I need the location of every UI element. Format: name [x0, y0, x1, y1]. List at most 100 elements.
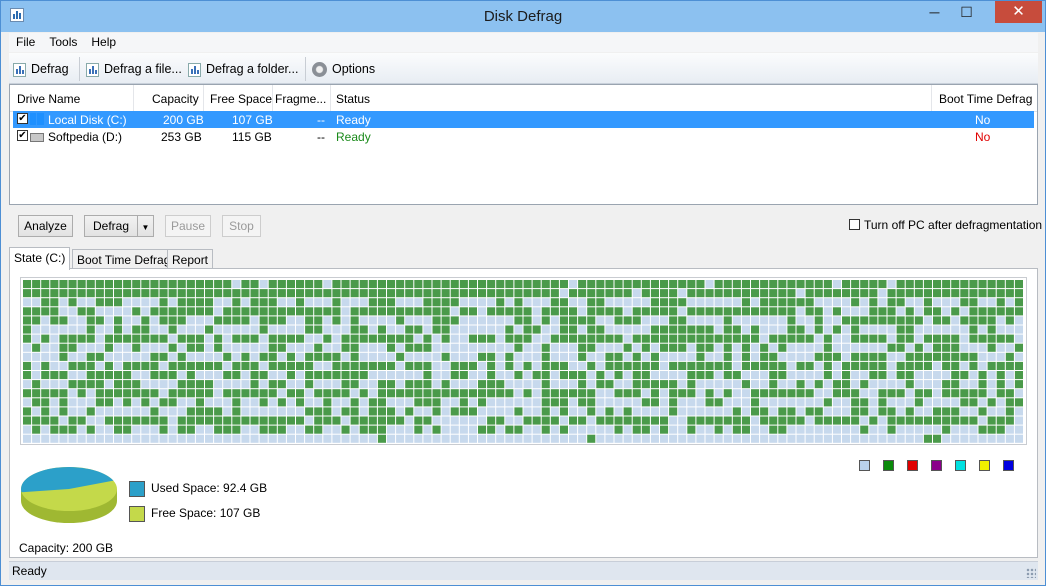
- cluster-block: [933, 289, 942, 298]
- cluster-block: [104, 407, 113, 416]
- cluster-block: [505, 325, 514, 334]
- cluster-block: [887, 361, 896, 370]
- cluster-block: [860, 289, 869, 298]
- maximize-button[interactable]: ☐: [951, 1, 982, 23]
- cluster-block: [869, 298, 878, 307]
- tab-report[interactable]: Report: [167, 249, 214, 270]
- cluster-block: [960, 289, 969, 298]
- cluster-block: [241, 389, 250, 398]
- cluster-block: [623, 425, 632, 434]
- cluster-block: [232, 416, 241, 425]
- col-capacity[interactable]: Capacity: [152, 92, 199, 106]
- cluster-block: [250, 316, 259, 325]
- cluster-block: [987, 434, 996, 443]
- cluster-block: [114, 316, 123, 325]
- turn-off-checkbox[interactable]: [849, 219, 860, 230]
- cluster-block: [314, 407, 323, 416]
- cluster-block: [532, 334, 541, 343]
- defrag-button[interactable]: Defrag: [84, 215, 138, 237]
- minimize-button[interactable]: ─: [919, 1, 950, 23]
- cluster-block: [350, 389, 359, 398]
- cluster-block: [323, 416, 332, 425]
- tab-boot-time-defrag[interactable]: Boot Time Defrag: [72, 249, 176, 270]
- stop-button[interactable]: Stop: [222, 215, 261, 237]
- cluster-block: [923, 343, 932, 352]
- cluster-block: [259, 398, 268, 407]
- cluster-block: [50, 343, 59, 352]
- analyze-button[interactable]: Analyze: [18, 215, 73, 237]
- cluster-block: [186, 298, 195, 307]
- cluster-block: [933, 298, 942, 307]
- tab-state[interactable]: State (C:): [9, 247, 71, 270]
- cluster-block: [86, 361, 95, 370]
- defrag-dropdown-button[interactable]: ▼: [137, 215, 154, 237]
- cluster-block: [305, 352, 314, 361]
- cluster-block: [150, 425, 159, 434]
- cluster-block: [696, 352, 705, 361]
- cluster-block: [923, 352, 932, 361]
- cluster-block: [177, 352, 186, 361]
- cluster-block: [614, 334, 623, 343]
- drive-checkbox[interactable]: ✔: [17, 130, 28, 141]
- cluster-block: [896, 316, 905, 325]
- cluster-block: [241, 407, 250, 416]
- cluster-block: [250, 334, 259, 343]
- cluster-block: [996, 316, 1005, 325]
- cluster-block: [814, 289, 823, 298]
- cluster-block: [896, 343, 905, 352]
- drive-row[interactable]: ✔ Local Disk (C:) 200 GB 107 GB -- Ready…: [13, 111, 1034, 128]
- defrag-file-button[interactable]: Defrag a file...: [86, 59, 182, 79]
- cluster-block: [68, 298, 77, 307]
- cluster-block: [559, 371, 568, 380]
- cluster-block: [641, 425, 650, 434]
- cluster-block: [223, 416, 232, 425]
- cluster-block: [232, 289, 241, 298]
- cluster-block: [732, 352, 741, 361]
- cluster-block: [732, 389, 741, 398]
- drive-checkbox[interactable]: ✔: [17, 113, 28, 124]
- cluster-block: [587, 361, 596, 370]
- cluster-block: [860, 380, 869, 389]
- resize-grip[interactable]: [1026, 568, 1036, 578]
- cluster-block: [214, 325, 223, 334]
- cluster-block: [550, 316, 559, 325]
- cluster-block: [77, 361, 86, 370]
- menu-tools[interactable]: Tools: [42, 33, 84, 52]
- cluster-block: [496, 398, 505, 407]
- cluster-block: [77, 352, 86, 361]
- cluster-block: [186, 316, 195, 325]
- col-status[interactable]: Status: [336, 92, 370, 106]
- cluster-block: [532, 325, 541, 334]
- toolbar-defrag-button[interactable]: Defrag: [13, 59, 69, 79]
- cluster-block: [987, 298, 996, 307]
- cluster-block: [905, 298, 914, 307]
- cluster-block: [341, 316, 350, 325]
- col-drive-name[interactable]: Drive Name: [17, 92, 80, 106]
- cluster-block: [423, 325, 432, 334]
- menu-file[interactable]: File: [9, 33, 42, 52]
- col-fragmentation[interactable]: Fragme...: [275, 92, 326, 106]
- pause-button[interactable]: Pause: [165, 215, 211, 237]
- col-boot-time-defrag[interactable]: Boot Time Defrag: [939, 92, 1032, 106]
- cluster-block: [350, 361, 359, 370]
- cluster-block: [714, 325, 723, 334]
- defrag-folder-button[interactable]: Defrag a folder...: [188, 59, 298, 79]
- menu-help[interactable]: Help: [84, 33, 123, 52]
- col-free-space[interactable]: Free Space: [210, 92, 272, 106]
- cluster-block: [996, 280, 1005, 289]
- close-button[interactable]: ✕: [995, 1, 1042, 23]
- cluster-block: [650, 398, 659, 407]
- cluster-block: [241, 352, 250, 361]
- cluster-block: [851, 307, 860, 316]
- options-button[interactable]: Options: [312, 59, 375, 79]
- cluster-block: [68, 343, 77, 352]
- cluster-block: [268, 334, 277, 343]
- cluster-block: [214, 416, 223, 425]
- cluster-block: [632, 289, 641, 298]
- cluster-block: [796, 334, 805, 343]
- cluster-block: [59, 398, 68, 407]
- cluster-block: [905, 425, 914, 434]
- cluster-block: [987, 289, 996, 298]
- drive-row[interactable]: ✔ Softpedia (D:) 253 GB 115 GB -- Ready …: [13, 128, 1034, 145]
- cluster-block: [268, 434, 277, 443]
